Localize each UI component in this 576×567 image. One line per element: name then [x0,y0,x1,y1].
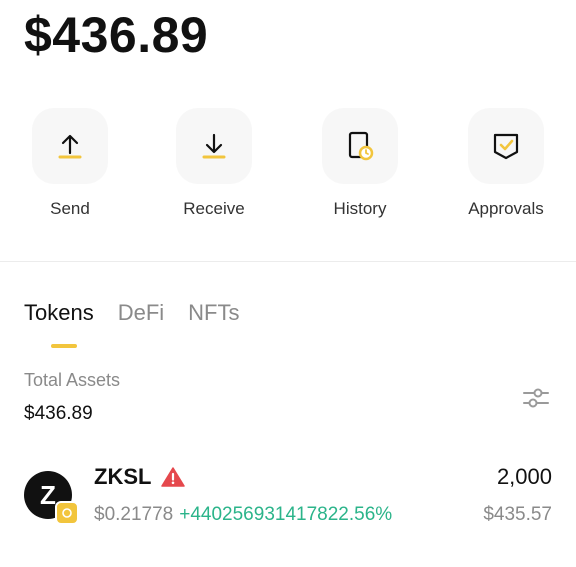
tab-nfts[interactable]: NFTs [188,298,239,328]
tab-tokens[interactable]: Tokens [24,298,94,328]
token-name-wrap: ZKSL [94,463,186,491]
arrow-up-icon [58,134,82,159]
total-assets-value: $436.89 [24,403,93,424]
chain-badge [55,501,79,525]
approvals-tile[interactable] [468,108,544,184]
history-icon [348,131,374,161]
send-button[interactable]: Send [0,108,140,220]
send-tile[interactable] [32,108,108,184]
total-assets-label: Total Assets [24,370,121,390]
token-price: $0.21778 [94,504,174,525]
approvals-label: Approvals [468,199,544,218]
quick-actions: Send Receive History Approvals [0,108,576,228]
active-tab-indicator [51,344,77,348]
filter-button[interactable] [518,382,554,414]
token-avatar-letter: Z [40,479,56,510]
token-amount: 2,000 [496,464,552,489]
receive-tile[interactable] [176,108,252,184]
token-row[interactable]: Z ZKSL $0.21778 +440256931417822.56% 2,00… [0,455,576,535]
history-label: History [333,199,387,218]
sliders-icon [523,388,549,408]
warning-icon[interactable] [161,466,186,488]
history-tile[interactable] [322,108,398,184]
section-divider [0,261,576,262]
history-button[interactable]: History [290,108,430,220]
chain-badge-icon [62,508,72,518]
token-price-change: +440256931417822.56% [179,504,393,525]
token-price-line: $0.21778 +440256931417822.56% [94,503,392,527]
asset-tabs: Tokens DeFi NFTs [24,298,240,328]
token-name: ZKSL [94,464,152,489]
arrow-down-icon [202,133,226,159]
tab-defi[interactable]: DeFi [118,298,164,328]
approvals-button[interactable]: Approvals [436,108,576,220]
receive-label: Receive [183,199,245,218]
send-label: Send [50,199,90,218]
token-fiat-value: $435.57 [483,504,552,525]
receive-button[interactable]: Receive [144,108,284,220]
total-balance: $436.89 [24,7,209,63]
approvals-icon [493,133,519,160]
